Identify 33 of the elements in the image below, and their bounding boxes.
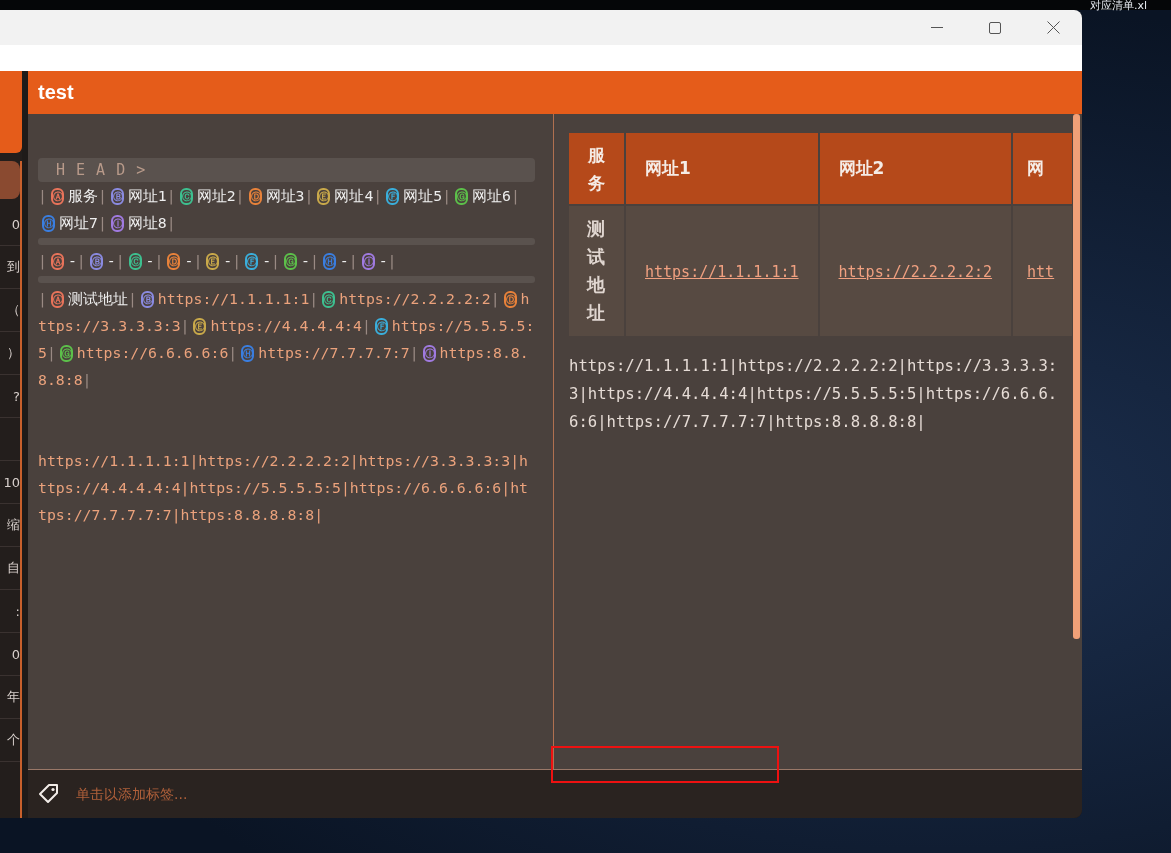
maximize-icon xyxy=(989,21,1001,34)
note-list-item[interactable]: 0 xyxy=(0,203,20,246)
note-list-item[interactable]: 10 xyxy=(0,461,20,504)
note-list-item[interactable]: ） xyxy=(0,332,20,375)
note-list-item[interactable]: 到 xyxy=(0,246,20,289)
note-list-item[interactable]: 个 xyxy=(0,719,20,762)
note-list-item[interactable]: : xyxy=(0,590,20,633)
desktop-file-label[interactable]: 对应清单.xl xyxy=(1090,0,1148,11)
note-list-item[interactable]: （ xyxy=(0,289,20,332)
note-list-item[interactable]: 自 xyxy=(0,547,20,590)
table-header-cell: 网 xyxy=(1013,133,1072,204)
close-icon xyxy=(1046,21,1060,34)
minimize-icon xyxy=(931,27,943,28)
note-list-item[interactable]: 年 xyxy=(0,676,20,719)
url-link[interactable]: https://1.1.1.1:1 xyxy=(645,262,799,281)
table-header-cell: 网址2 xyxy=(819,133,1012,204)
url-link[interactable]: https://2.2.2.2:2 xyxy=(838,262,993,281)
note-title: test xyxy=(28,71,1082,114)
note-list-item[interactable]: ? xyxy=(0,375,20,418)
table-header-cell: 服务 xyxy=(569,133,624,204)
scrollbar[interactable] xyxy=(1073,114,1080,639)
tag-icon xyxy=(38,783,60,805)
url-paragraph: https://1.1.1.1:1|https://2.2.2.2:2|https://3.3.3.3:3|https://4.4.4.4:4|https://5.5.5.5:5|https://6.6.6.6:6|https://7.7.7.7:7|https:8.8.8.8:8| xyxy=(38,451,529,526)
note-list-item[interactable] xyxy=(0,161,20,199)
url-paragraph: https://1.1.1.1:1|https://2.2.2.2:2|https://3.3.3.3:3|https://4.4.4.4:4|https://5.5.5.5:5|https://6.6.6.6:6|https://7.7.7.7:7|https:8.8.8.8:8| xyxy=(569,356,1059,433)
note-list-item[interactable]: 0 xyxy=(0,633,20,676)
url-link[interactable]: htt xyxy=(1027,262,1055,281)
markdown-editor[interactable] xyxy=(28,114,554,769)
note-list-item[interactable]: 缩 xyxy=(0,504,20,547)
table-cell: 测试地址 xyxy=(569,206,624,336)
head-marker: H E A D > xyxy=(38,158,535,182)
tag-input-field[interactable]: 单击以添加标签... xyxy=(74,785,378,803)
table-header-cell: 网址1 xyxy=(626,133,818,204)
